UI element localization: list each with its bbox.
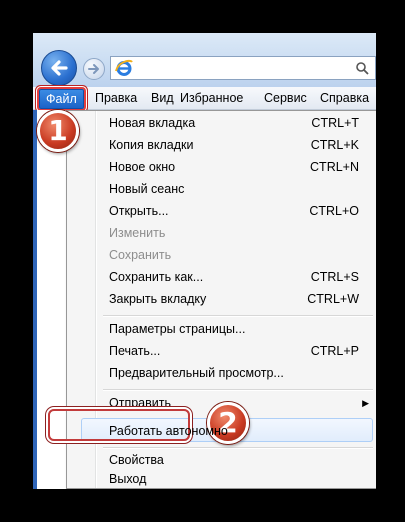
step-badge-1: 1 xyxy=(37,110,79,152)
menu-item-properties[interactable]: Свойства xyxy=(69,450,375,470)
menu-item-save-as[interactable]: Сохранить как... CTRL+S xyxy=(69,267,375,287)
search-icon[interactable] xyxy=(355,61,369,75)
menu-item-save: Сохранить xyxy=(109,248,172,262)
menu-separator xyxy=(103,389,373,391)
menu-file[interactable]: Файл xyxy=(39,89,84,109)
forward-arrow-icon xyxy=(88,64,99,74)
menu-edit[interactable]: Правка xyxy=(89,89,143,107)
ie-logo-icon xyxy=(115,59,133,76)
menu-separator xyxy=(103,447,373,449)
menu-item-new-window[interactable]: Новое окно CTRL+N xyxy=(69,157,375,177)
menu-tools[interactable]: Сервис xyxy=(258,89,313,107)
menu-item-close-tab[interactable]: Закрыть вкладку CTRL+W xyxy=(69,289,375,309)
menu-item-print[interactable]: Печать... CTRL+P xyxy=(69,341,375,361)
menu-bar: Файл Правка Вид Избранное Сервис Справка xyxy=(33,87,376,110)
menu-item-open[interactable]: Открыть... CTRL+O xyxy=(69,201,375,221)
back-button[interactable] xyxy=(41,50,77,86)
menu-item-duplicate-tab[interactable]: Копия вкладки CTRL+K xyxy=(69,135,375,155)
menu-item-exit[interactable]: Выход xyxy=(69,469,375,489)
menu-item-edit: Изменить xyxy=(109,226,166,240)
menu-item-print-preview[interactable]: Предварительный просмотр... xyxy=(69,363,375,383)
address-bar[interactable] xyxy=(110,56,376,80)
submenu-arrow-icon: ▶ xyxy=(362,398,369,408)
menu-item-page-setup[interactable]: Параметры страницы... xyxy=(69,319,375,339)
back-arrow-icon xyxy=(51,60,68,76)
menu-item-new-tab[interactable]: Новая вкладка CTRL+T xyxy=(69,113,375,133)
file-menu-dropdown: Новая вкладка CTRL+T Копия вкладки CTRL+… xyxy=(66,110,376,489)
browser-toolbar xyxy=(33,33,376,87)
menu-item-work-offline[interactable]: Работать автономно xyxy=(69,418,375,442)
menu-favorites[interactable]: Избранное xyxy=(174,89,249,107)
menu-help[interactable]: Справка xyxy=(314,89,375,107)
menu-separator xyxy=(103,315,373,317)
menu-item-new-session[interactable]: Новый сеанс xyxy=(69,179,375,199)
forward-button[interactable] xyxy=(83,58,105,80)
